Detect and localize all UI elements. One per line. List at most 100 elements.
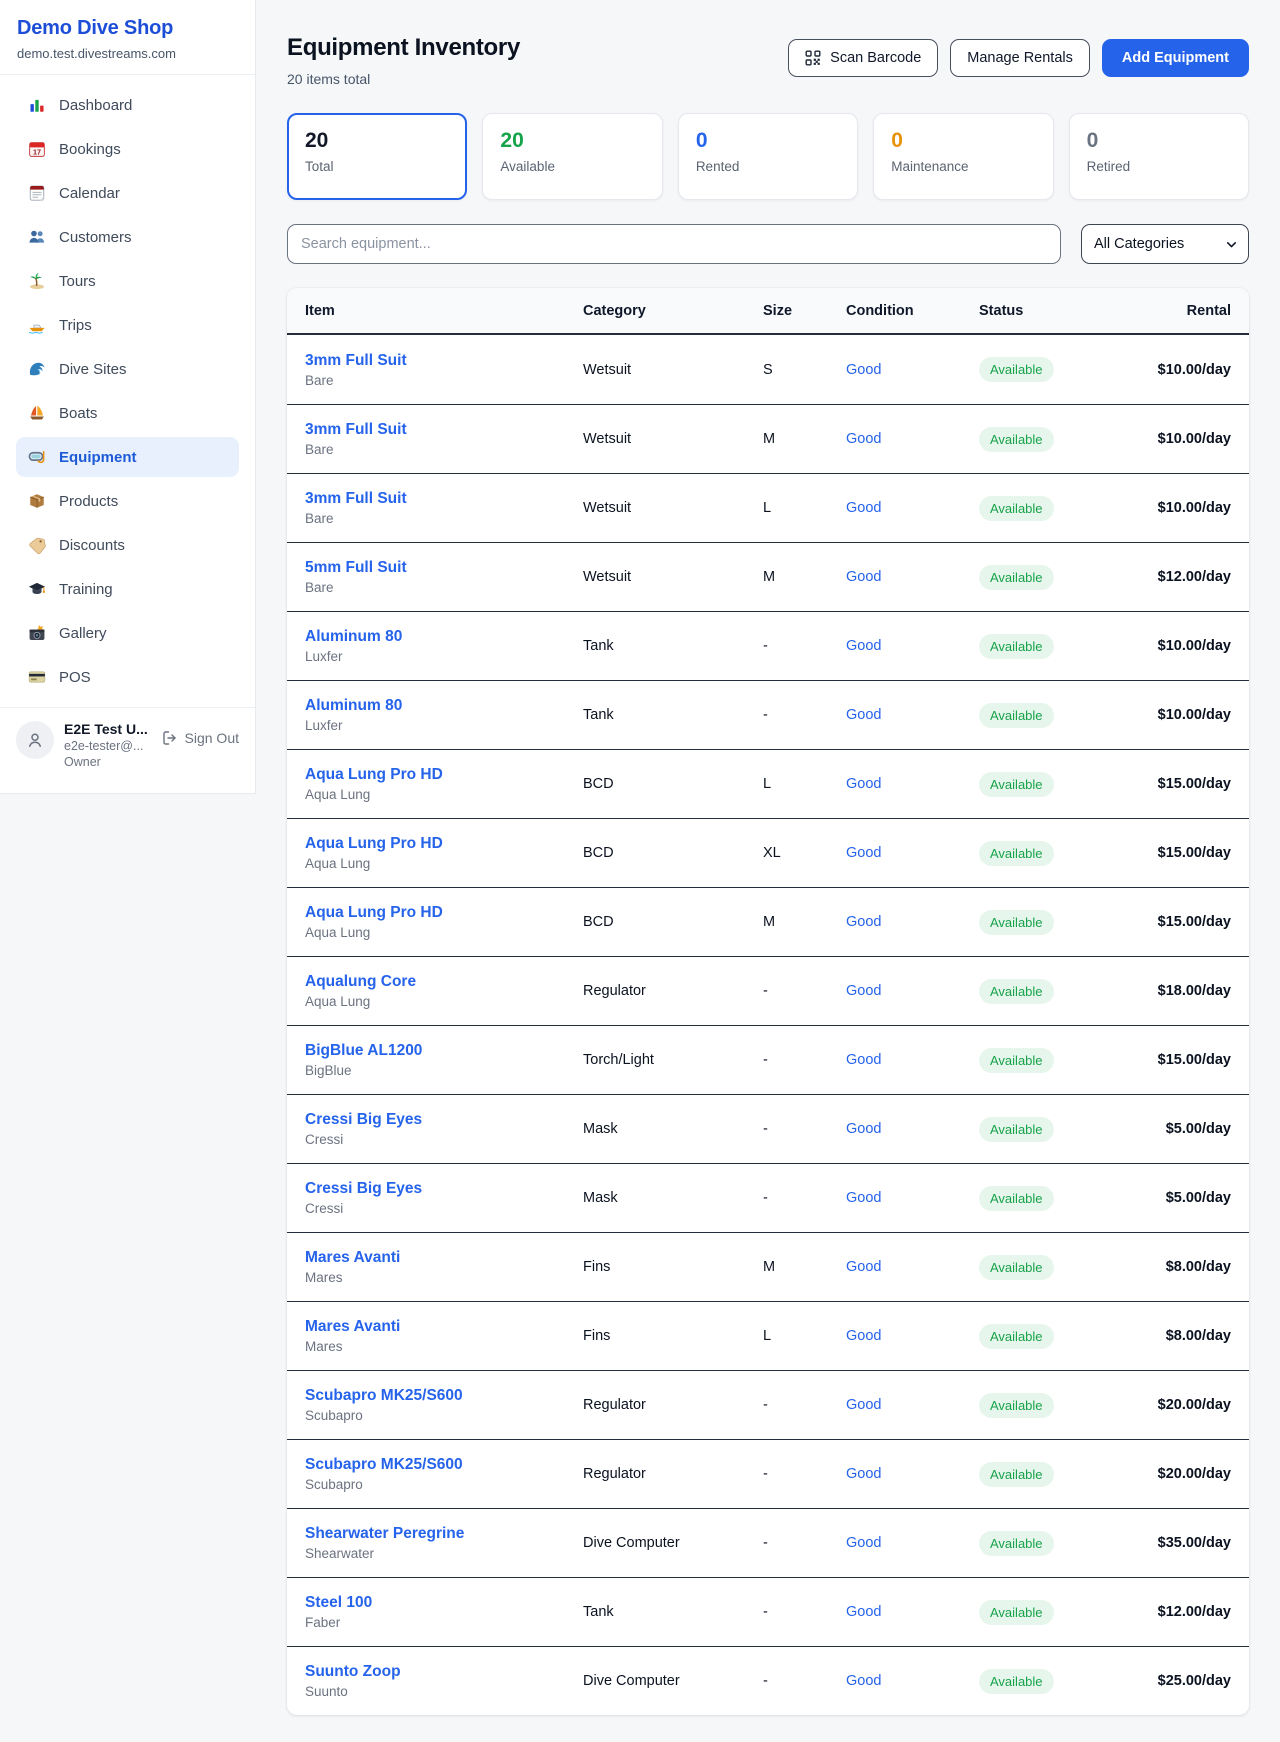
condition-link[interactable]: Good	[846, 569, 979, 585]
stat-card-rented[interactable]: 0 Rented	[678, 113, 858, 200]
page-header: Equipment Inventory 20 items total Scan …	[287, 34, 1249, 87]
item-link[interactable]: Cressi Big Eyes	[305, 1180, 583, 1198]
sidebar-item-bookings[interactable]: 17 Bookings	[16, 129, 239, 169]
item-cell: Scubapro MK25/S600 Scubapro	[305, 1387, 583, 1423]
svg-text:17: 17	[33, 148, 41, 157]
item-link[interactable]: Aluminum 80	[305, 628, 583, 646]
sidebar-item-customers[interactable]: Customers	[16, 217, 239, 257]
status-badge: Available	[979, 841, 1054, 866]
condition-link[interactable]: Good	[846, 638, 979, 654]
sidebar-item-tours[interactable]: Tours	[16, 261, 239, 301]
item-link[interactable]: Aqua Lung Pro HD	[305, 835, 583, 853]
stat-card-available[interactable]: 20 Available	[482, 113, 662, 200]
item-brand: Aqua Lung	[305, 856, 583, 871]
bookings-icon: 17	[28, 140, 46, 158]
status-cell: Available	[979, 1669, 1149, 1694]
condition-link[interactable]: Good	[846, 1190, 979, 1206]
condition-link[interactable]: Good	[846, 983, 979, 999]
item-link[interactable]: Scubapro MK25/S600	[305, 1456, 583, 1474]
stat-card-retired[interactable]: 0 Retired	[1069, 113, 1249, 200]
condition-link[interactable]: Good	[846, 1535, 979, 1551]
status-cell: Available	[979, 1531, 1149, 1556]
stat-card-maintenance[interactable]: 0 Maintenance	[873, 113, 1053, 200]
condition-link[interactable]: Good	[846, 431, 979, 447]
rental-cell: $12.00/day	[1149, 569, 1231, 585]
stat-label: Rented	[696, 159, 840, 174]
item-link[interactable]: 3mm Full Suit	[305, 352, 583, 370]
condition-link[interactable]: Good	[846, 1604, 979, 1620]
manage-rentals-button[interactable]: Manage Rentals	[950, 39, 1090, 77]
item-brand: Shearwater	[305, 1546, 583, 1561]
table-body: 3mm Full Suit Bare Wetsuit S Good Availa…	[287, 335, 1249, 1715]
item-link[interactable]: Aqua Lung Pro HD	[305, 766, 583, 784]
status-cell: Available	[979, 703, 1149, 728]
sidebar-item-dive-sites[interactable]: Dive Sites	[16, 349, 239, 389]
sidebar-item-discounts[interactable]: Discounts	[16, 525, 239, 565]
item-brand: Suunto	[305, 1684, 583, 1699]
item-link[interactable]: Cressi Big Eyes	[305, 1111, 583, 1129]
status-badge: Available	[979, 357, 1054, 382]
sign-out-button[interactable]: Sign Out	[162, 721, 239, 746]
item-link[interactable]: 3mm Full Suit	[305, 490, 583, 508]
item-brand: Mares	[305, 1339, 583, 1354]
status-cell: Available	[979, 1600, 1149, 1625]
condition-link[interactable]: Good	[846, 1121, 979, 1137]
item-link[interactable]: 5mm Full Suit	[305, 559, 583, 577]
item-brand: Aqua Lung	[305, 925, 583, 940]
status-badge: Available	[979, 1324, 1054, 1349]
sidebar-item-pos[interactable]: POS	[16, 657, 239, 697]
size-cell: -	[763, 983, 846, 999]
item-link[interactable]: 3mm Full Suit	[305, 421, 583, 439]
item-brand: Faber	[305, 1615, 583, 1630]
item-cell: Mares Avanti Mares	[305, 1249, 583, 1285]
status-cell: Available	[979, 910, 1149, 935]
brand-title: Demo Dive Shop	[17, 17, 238, 40]
sidebar-item-calendar[interactable]: Calendar	[16, 173, 239, 213]
item-link[interactable]: Shearwater Peregrine	[305, 1525, 583, 1543]
search-input[interactable]	[287, 224, 1061, 264]
item-link[interactable]: Mares Avanti	[305, 1249, 583, 1267]
condition-link[interactable]: Good	[846, 776, 979, 792]
stat-card-total[interactable]: 20 Total	[287, 113, 467, 200]
category-select[interactable]: All Categories	[1081, 224, 1249, 264]
item-link[interactable]: BigBlue AL1200	[305, 1042, 583, 1060]
condition-link[interactable]: Good	[846, 500, 979, 516]
condition-link[interactable]: Good	[846, 845, 979, 861]
condition-link[interactable]: Good	[846, 1397, 979, 1413]
sidebar-item-trips[interactable]: Trips	[16, 305, 239, 345]
sidebar-item-dashboard[interactable]: Dashboard	[16, 85, 239, 125]
status-cell: Available	[979, 427, 1149, 452]
sidebar-item-training[interactable]: Training	[16, 569, 239, 609]
item-link[interactable]: Mares Avanti	[305, 1318, 583, 1336]
scan-barcode-button[interactable]: Scan Barcode	[788, 39, 938, 77]
item-link[interactable]: Aluminum 80	[305, 697, 583, 715]
category-cell: Tank	[583, 638, 763, 654]
item-link[interactable]: Steel 100	[305, 1594, 583, 1612]
add-equipment-button[interactable]: Add Equipment	[1102, 39, 1249, 77]
condition-link[interactable]: Good	[846, 1328, 979, 1344]
sidebar-item-products[interactable]: Products	[16, 481, 239, 521]
condition-link[interactable]: Good	[846, 1466, 979, 1482]
user-role: Owner	[64, 755, 148, 769]
sidebar-item-equipment[interactable]: Equipment	[16, 437, 239, 477]
condition-link[interactable]: Good	[846, 914, 979, 930]
rental-cell: $20.00/day	[1149, 1466, 1231, 1482]
page-title: Equipment Inventory	[287, 34, 520, 62]
item-link[interactable]: Aqualung Core	[305, 973, 583, 991]
condition-link[interactable]: Good	[846, 1259, 979, 1275]
status-badge: Available	[979, 772, 1054, 797]
condition-link[interactable]: Good	[846, 1673, 979, 1689]
condition-link[interactable]: Good	[846, 1052, 979, 1068]
item-link[interactable]: Aqua Lung Pro HD	[305, 904, 583, 922]
category-cell: BCD	[583, 776, 763, 792]
item-link[interactable]: Scubapro MK25/S600	[305, 1387, 583, 1405]
page-header-text: Equipment Inventory 20 items total	[287, 34, 520, 87]
sidebar-item-boats[interactable]: Boats	[16, 393, 239, 433]
condition-link[interactable]: Good	[846, 362, 979, 378]
sidebar-item-gallery[interactable]: Gallery	[16, 613, 239, 653]
item-cell: Cressi Big Eyes Cressi	[305, 1111, 583, 1147]
condition-link[interactable]: Good	[846, 707, 979, 723]
item-link[interactable]: Suunto Zoop	[305, 1663, 583, 1681]
category-cell: Wetsuit	[583, 431, 763, 447]
category-cell: Wetsuit	[583, 362, 763, 378]
